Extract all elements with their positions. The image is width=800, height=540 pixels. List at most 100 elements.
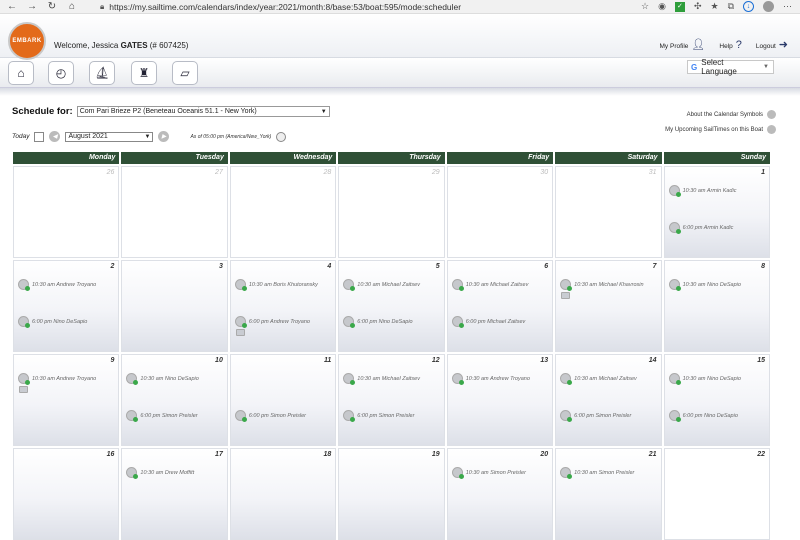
extension-icon[interactable]: ◉ [658,1,666,12]
day-cell[interactable]: 18 [229,448,337,540]
collections-icon[interactable]: ⧉ [728,1,734,12]
booking-entry[interactable]: 10:30 am Andrew Troyano [18,373,96,385]
booking-entry[interactable]: 10:30 am Nino DeSapio [668,279,741,291]
today-button[interactable] [34,131,45,142]
booking-entry[interactable]: 6:00 pm Nino DeSapio [668,410,738,422]
sailtime-icon [451,373,464,385]
booking-entry[interactable]: 6:00 pm Nino DeSapio [18,316,87,328]
day-cell[interactable]: 14 10:30 am Michael Zaitsev 6:00 pm Simon … [555,354,662,446]
booking-entry[interactable]: 6:00 pm Nino DeSapio [343,316,413,328]
day-cell[interactable]: 28 [229,166,337,258]
booking-entry[interactable]: 6:00 pm Simon Preisler [343,410,414,422]
booking-text: 6:00 pm Nino DeSapio [682,412,738,419]
booking-text: 10:30 am Michael Khavrosin [574,281,644,288]
booking-entry[interactable]: 6:00 pm Simon Preisler [560,410,631,422]
home-icon[interactable]: ⌂ [66,1,78,12]
booking-entry[interactable]: 10:30 am Drew Moffitt [126,467,194,479]
sailtime-icon [343,373,356,385]
my-profile-link[interactable]: My Profile 👤︎ [660,38,706,51]
day-cell[interactable]: 9 10:30 am Andrew Troyano [13,354,120,446]
booking-entry[interactable]: 10:30 am Armin Kadic [668,185,736,197]
language-select[interactable]: G Select Language ▼ [687,58,774,76]
booking-entry[interactable]: 10:30 am Andrew Troyano [451,373,530,385]
sailtime-icon [451,279,464,291]
about-symbols-link[interactable]: About the Calendar Symbols [665,108,776,123]
day-cell[interactable]: 16 [13,448,120,540]
booking-entry[interactable]: 10:30 am Nino DeSapio [126,373,199,385]
day-number: 22 [757,451,765,458]
google-icon: G [691,62,698,72]
day-cell[interactable]: 4 10:30 am Boris Khutoransky 6:00 pm Andre… [229,260,337,352]
menu-icon[interactable]: ⋯ [783,1,792,12]
day-number: 28 [323,169,332,176]
day-cell[interactable]: 15 10:30 am Nino DeSapio 6:00 pm Nino DeSa… [663,354,770,446]
favorite-icon[interactable]: ☆ [641,1,649,12]
download-icon[interactable]: ↓ [743,1,754,12]
day-cell[interactable]: 21 10:30 am Simon Preisler [555,448,662,540]
day-cell[interactable]: 6 10:30 am Michael Zaitsev 6:00 pm Michael… [446,260,554,352]
house-icon: ⌂ [17,66,25,80]
booking-entry[interactable]: 6:00 pm Simon Preisler [234,410,306,422]
day-cell[interactable]: 2 10:30 am Andrew Troyano 6:00 pm Nino DeS… [13,260,120,352]
back-icon[interactable]: ← [6,1,18,12]
day-cell[interactable]: 26 [13,166,120,258]
day-cell[interactable]: 11 6:00 pm Simon Preisler [229,354,337,446]
day-cell[interactable]: 13 10:30 am Andrew Troyano [446,354,554,446]
help-link[interactable]: Help? [719,39,742,51]
prev-month-button[interactable]: ◀ [49,131,61,142]
address-bar[interactable]: 🔒︎ https://my.sailtime.com/calendars/ind… [100,1,580,13]
booking-entry[interactable]: 6:00 pm Armin Kadic [668,222,733,234]
booking-entry[interactable]: 10:30 am Michael Zaitsev [451,279,528,291]
sailtime-icon [234,316,247,328]
day-cell[interactable]: 20 10:30 am Simon Preisler [446,448,554,540]
booking-entry[interactable]: 6:00 pm Michael Zaitsev [451,316,525,328]
member-button[interactable]: ♜ [131,61,157,85]
forward-icon[interactable]: → [26,1,38,12]
booking-entry[interactable]: 10:30 am Nino DeSapio [668,373,741,385]
person-icon: 👤︎ [691,39,706,51]
day-cell[interactable]: 12 10:30 am Michael Zaitsev 6:00 pm Simon … [338,354,445,446]
booking-entry[interactable]: 10:30 am Simon Preisler [560,467,634,479]
reload-icon[interactable]: ↻ [46,1,58,12]
profile-avatar[interactable] [763,1,774,12]
month-select[interactable]: August 2021 ▼ [65,131,154,142]
note-icon: ▱ [180,66,190,80]
day-cell[interactable]: 3 [121,260,228,352]
puzzle-icon[interactable]: ✣ [694,1,702,12]
sailtime-icon [18,373,30,385]
refresh-clock-icon[interactable] [276,131,287,142]
day-cell[interactable]: 5 10:30 am Michael Zaitsev 6:00 pm Nino De… [338,260,445,352]
booking-text: 10:30 am Simon Preisler [465,469,526,476]
boat-button[interactable]: ⛵︎ [89,61,115,85]
day-cell[interactable]: 27 [121,166,228,258]
booking-entry[interactable]: 10:30 am Simon Preisler [451,467,526,479]
day-cell[interactable]: 10 10:30 am Nino DeSapio 6:00 pm Simon Pre… [121,354,228,446]
booking-entry[interactable]: 10:30 am Michael Khavrosin [560,279,644,291]
day-cell[interactable]: 29 [338,166,445,258]
booking-entry[interactable]: 10:30 am Andrew Troyano [18,279,96,291]
next-month-button[interactable]: ▶ [158,131,170,142]
booking-entry[interactable]: 10:30 am Michael Zaitsev [343,279,420,291]
day-cell[interactable]: 31 [555,166,662,258]
booking-entry[interactable]: 10:30 am Boris Khutoransky [234,279,318,291]
booking-entry[interactable]: 6:00 pm Simon Preisler [126,410,198,422]
upcoming-sailtimes-link[interactable]: My Upcoming SailTimes on this Boat [665,123,776,138]
boat-select[interactable]: Com Pari Brieze P2 (Beneteau Oceanis 51.… [76,106,330,117]
booking-entry[interactable]: 10:30 am Michael Zaitsev [560,373,637,385]
day-cell[interactable]: 19 [338,448,445,540]
day-cell[interactable]: 1 10:30 am Armin Kadic 6:00 pm Armin Kadic [663,166,770,258]
logout-link[interactable]: Logout ➜ [756,38,788,51]
check-extension-icon[interactable]: ✓ [674,1,685,12]
day-cell[interactable]: 7 10:30 am Michael Khavrosin [555,260,662,352]
history-button[interactable]: ◴ [48,61,74,85]
home-button[interactable]: ⌂ [8,61,34,85]
favorites-bar-icon[interactable]: ★ [710,1,718,12]
day-cell[interactable]: 22 [663,448,770,540]
day-cell[interactable]: 17 10:30 am Drew Moffitt [121,448,228,540]
notes-button[interactable]: ▱ [172,61,198,85]
embark-logo[interactable]: EMBARK [8,22,46,60]
booking-entry[interactable]: 10:30 am Michael Zaitsev [343,373,420,385]
day-cell[interactable]: 30 [446,166,554,258]
day-cell[interactable]: 8 10:30 am Nino DeSapio [663,260,770,352]
booking-entry[interactable]: 6:00 pm Andrew Troyano [234,316,310,328]
